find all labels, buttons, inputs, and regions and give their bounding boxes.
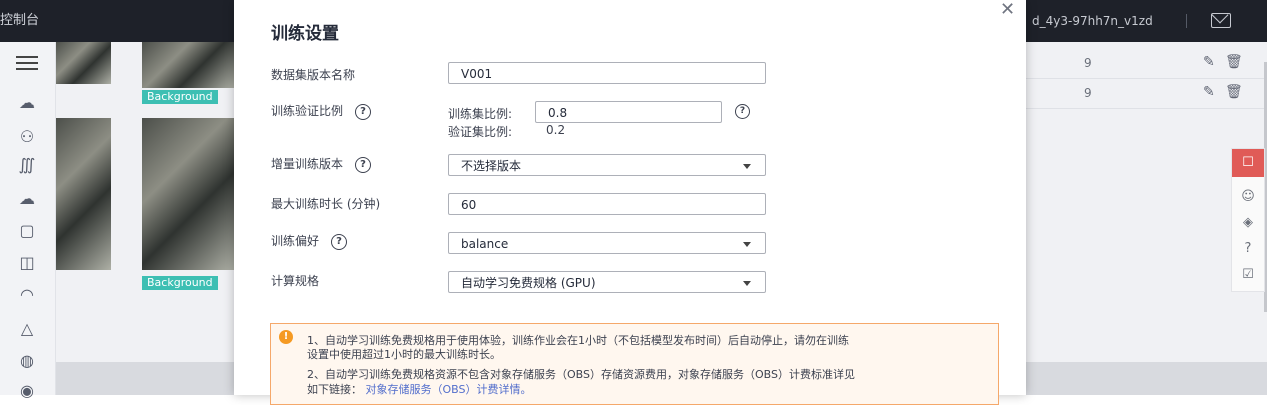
ip-icon[interactable]: ◉	[17, 380, 37, 400]
menu-icon[interactable]	[16, 56, 38, 70]
row-count: 9	[1084, 56, 1092, 70]
nodes-icon[interactable]: ⚇	[17, 126, 37, 146]
val-ratio-value: 0.2	[546, 123, 566, 137]
image-thumbnail[interactable]	[142, 118, 234, 270]
notice-box: ! 1、自动学习训练免费规格用于使用体验，训练作业会在1小时（不包括模型发布时间…	[270, 323, 999, 405]
incremental-label: 增量训练版本	[271, 157, 344, 171]
val-ratio-label: 验证集比例:	[448, 125, 513, 139]
dataset-version-input[interactable]: V001	[448, 62, 766, 84]
notice-line: 设置中使用超过1小时的最大训练时长。	[307, 348, 501, 361]
spec-select[interactable]: 自动学习免费规格 (GPU)	[448, 271, 766, 293]
preference-select[interactable]: balance	[448, 232, 766, 254]
dataset-version-label: 数据集版本名称	[271, 68, 356, 82]
max-time-input[interactable]: 60	[448, 193, 766, 215]
row-count: 9	[1084, 86, 1092, 100]
edit-icon[interactable]: ✎	[1203, 54, 1215, 70]
notice-line: 如下链接：	[307, 383, 362, 396]
notice-line: 1、自动学习训练免费规格用于使用体验，训练作业会在1小时（不包括模型发布时间）后…	[307, 334, 849, 347]
preference-label: 训练偏好	[271, 234, 320, 248]
smile-icon[interactable]: ☺	[1240, 189, 1256, 204]
help-icon[interactable]: ?	[735, 104, 750, 119]
edit-icon[interactable]: ✎	[1203, 84, 1215, 100]
table-row[interactable]: 9 ✎ 🗑	[1000, 48, 1267, 79]
help-icon[interactable]: ?	[331, 233, 348, 250]
label-tag: Background	[142, 90, 218, 104]
top-divider	[1186, 14, 1187, 28]
cloud-icon[interactable]: ☁	[17, 92, 37, 112]
train-ratio-input[interactable]: 0.8	[535, 101, 722, 123]
spec-label: 计算规格	[271, 274, 320, 288]
table-row[interactable]: 9 ✎ 🗑	[1000, 78, 1267, 109]
split-label: 训练验证比例	[271, 104, 344, 118]
notice-line: 2、自动学习训练免费规格资源不包含对象存储服务（OBS）存储资源费用，对象存储服…	[307, 368, 855, 381]
max-time-label: 最大训练时长 (分钟)	[271, 197, 381, 211]
delete-icon[interactable]: 🗑	[1225, 84, 1243, 100]
label-tag: Background	[142, 276, 218, 290]
window-icon[interactable]: ◫	[17, 252, 37, 272]
obs-pricing-link[interactable]: 对象存储服务（OBS）计费详情。	[366, 383, 532, 396]
close-icon[interactable]: ✕	[1000, 0, 1015, 20]
help-icon[interactable]: ?	[1240, 241, 1256, 256]
project-id[interactable]: d_4y3-97hh7n_v1zd	[1032, 0, 1153, 42]
chat-cloud-icon[interactable]: ◠	[17, 284, 37, 304]
split-label-row: 训练验证比例?	[271, 102, 372, 120]
incremental-version-select[interactable]: 不选择版本	[448, 154, 766, 176]
left-nav: ☁ ⚇ ∭ ☁ ▢ ◫ ◠ △ ◍ ◉	[0, 42, 56, 400]
image-thumbnail[interactable]	[56, 118, 111, 270]
mail-icon[interactable]	[1211, 13, 1231, 28]
preference-label-row: 训练偏好?	[271, 232, 348, 250]
db-cloud-icon[interactable]: ☁	[17, 188, 37, 208]
box-icon[interactable]: ▢	[17, 220, 37, 240]
image-thumbnail[interactable]	[142, 42, 234, 88]
delete-icon[interactable]: 🗑	[1225, 54, 1243, 70]
help-icon[interactable]: ?	[355, 103, 372, 120]
help-icon[interactable]: ?	[355, 156, 372, 173]
console-link[interactable]: 控制台	[0, 0, 39, 42]
right-toolbar: ☐ ☺ ◈ ? ☑	[1231, 148, 1265, 292]
triangle-icon[interactable]: △	[17, 318, 37, 338]
globe-icon[interactable]: ◍	[17, 350, 37, 370]
incremental-label-row: 增量训练版本?	[271, 155, 372, 173]
warning-icon: !	[279, 330, 293, 344]
feedback-icon[interactable]: ☐	[1232, 149, 1264, 177]
checklist-icon[interactable]: ☑	[1240, 267, 1256, 282]
eye-icon[interactable]: ◈	[1240, 215, 1256, 230]
train-ratio-label: 训练集比例:	[448, 107, 513, 121]
waves-icon[interactable]: ∭	[17, 154, 37, 174]
dialog-title: 训练设置	[271, 24, 339, 44]
image-thumbnail[interactable]	[56, 42, 111, 84]
